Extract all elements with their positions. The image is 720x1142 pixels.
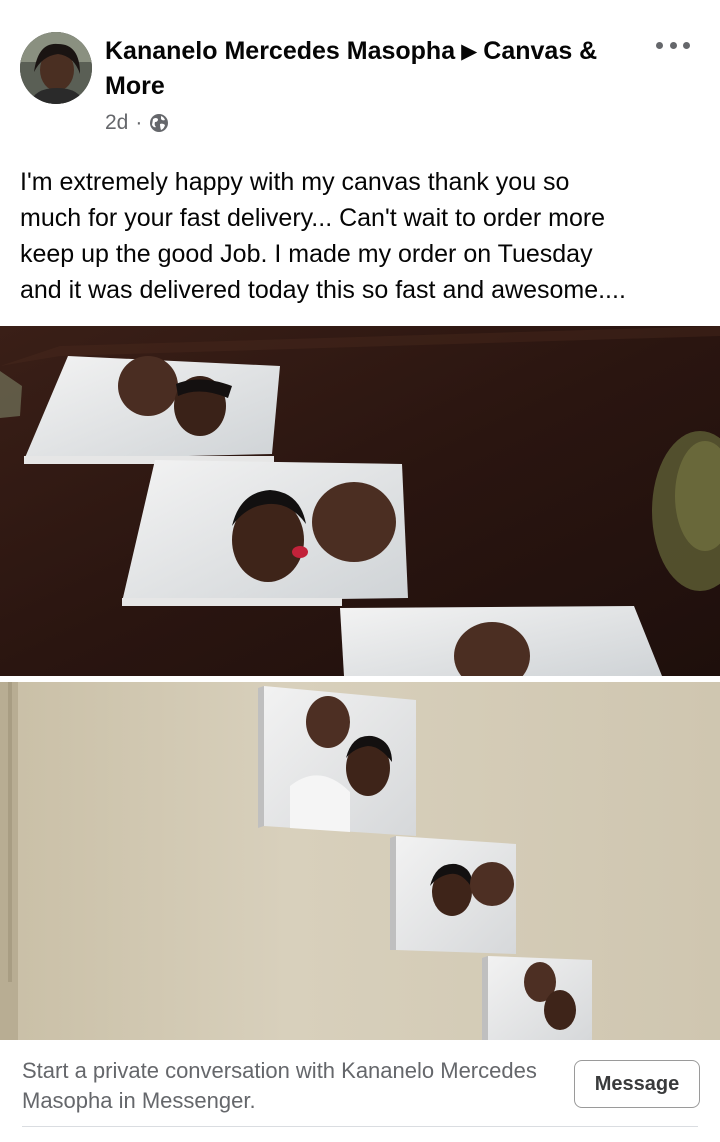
- more-icon[interactable]: [656, 34, 690, 56]
- post-title: Kananelo Mercedes Masopha ▶ Canvas & More: [105, 34, 645, 103]
- messenger-prompt: Start a private conversation with Kanane…: [0, 1040, 720, 1142]
- meta-separator: ·: [135, 111, 143, 134]
- triangle-right-icon: ▶: [461, 40, 478, 63]
- globe-icon: [150, 114, 169, 132]
- post-photo-canvases-on-wall[interactable]: [0, 682, 720, 1040]
- avatar[interactable]: [20, 32, 92, 104]
- divider: [22, 1126, 698, 1127]
- post-header: Kananelo Mercedes Masopha ▶ Canvas & More …: [0, 0, 720, 150]
- post-photo-canvases-on-table[interactable]: [0, 326, 720, 676]
- messenger-prompt-text: Start a private conversation with Kanane…: [22, 1058, 537, 1113]
- post-meta: 2d ·: [105, 108, 169, 138]
- author-name[interactable]: Kananelo Mercedes Masopha: [105, 37, 455, 65]
- post-text: I'm extremely happy with my canvas thank…: [20, 168, 626, 304]
- post-time[interactable]: 2d: [105, 111, 128, 135]
- message-button[interactable]: Message: [574, 1060, 700, 1108]
